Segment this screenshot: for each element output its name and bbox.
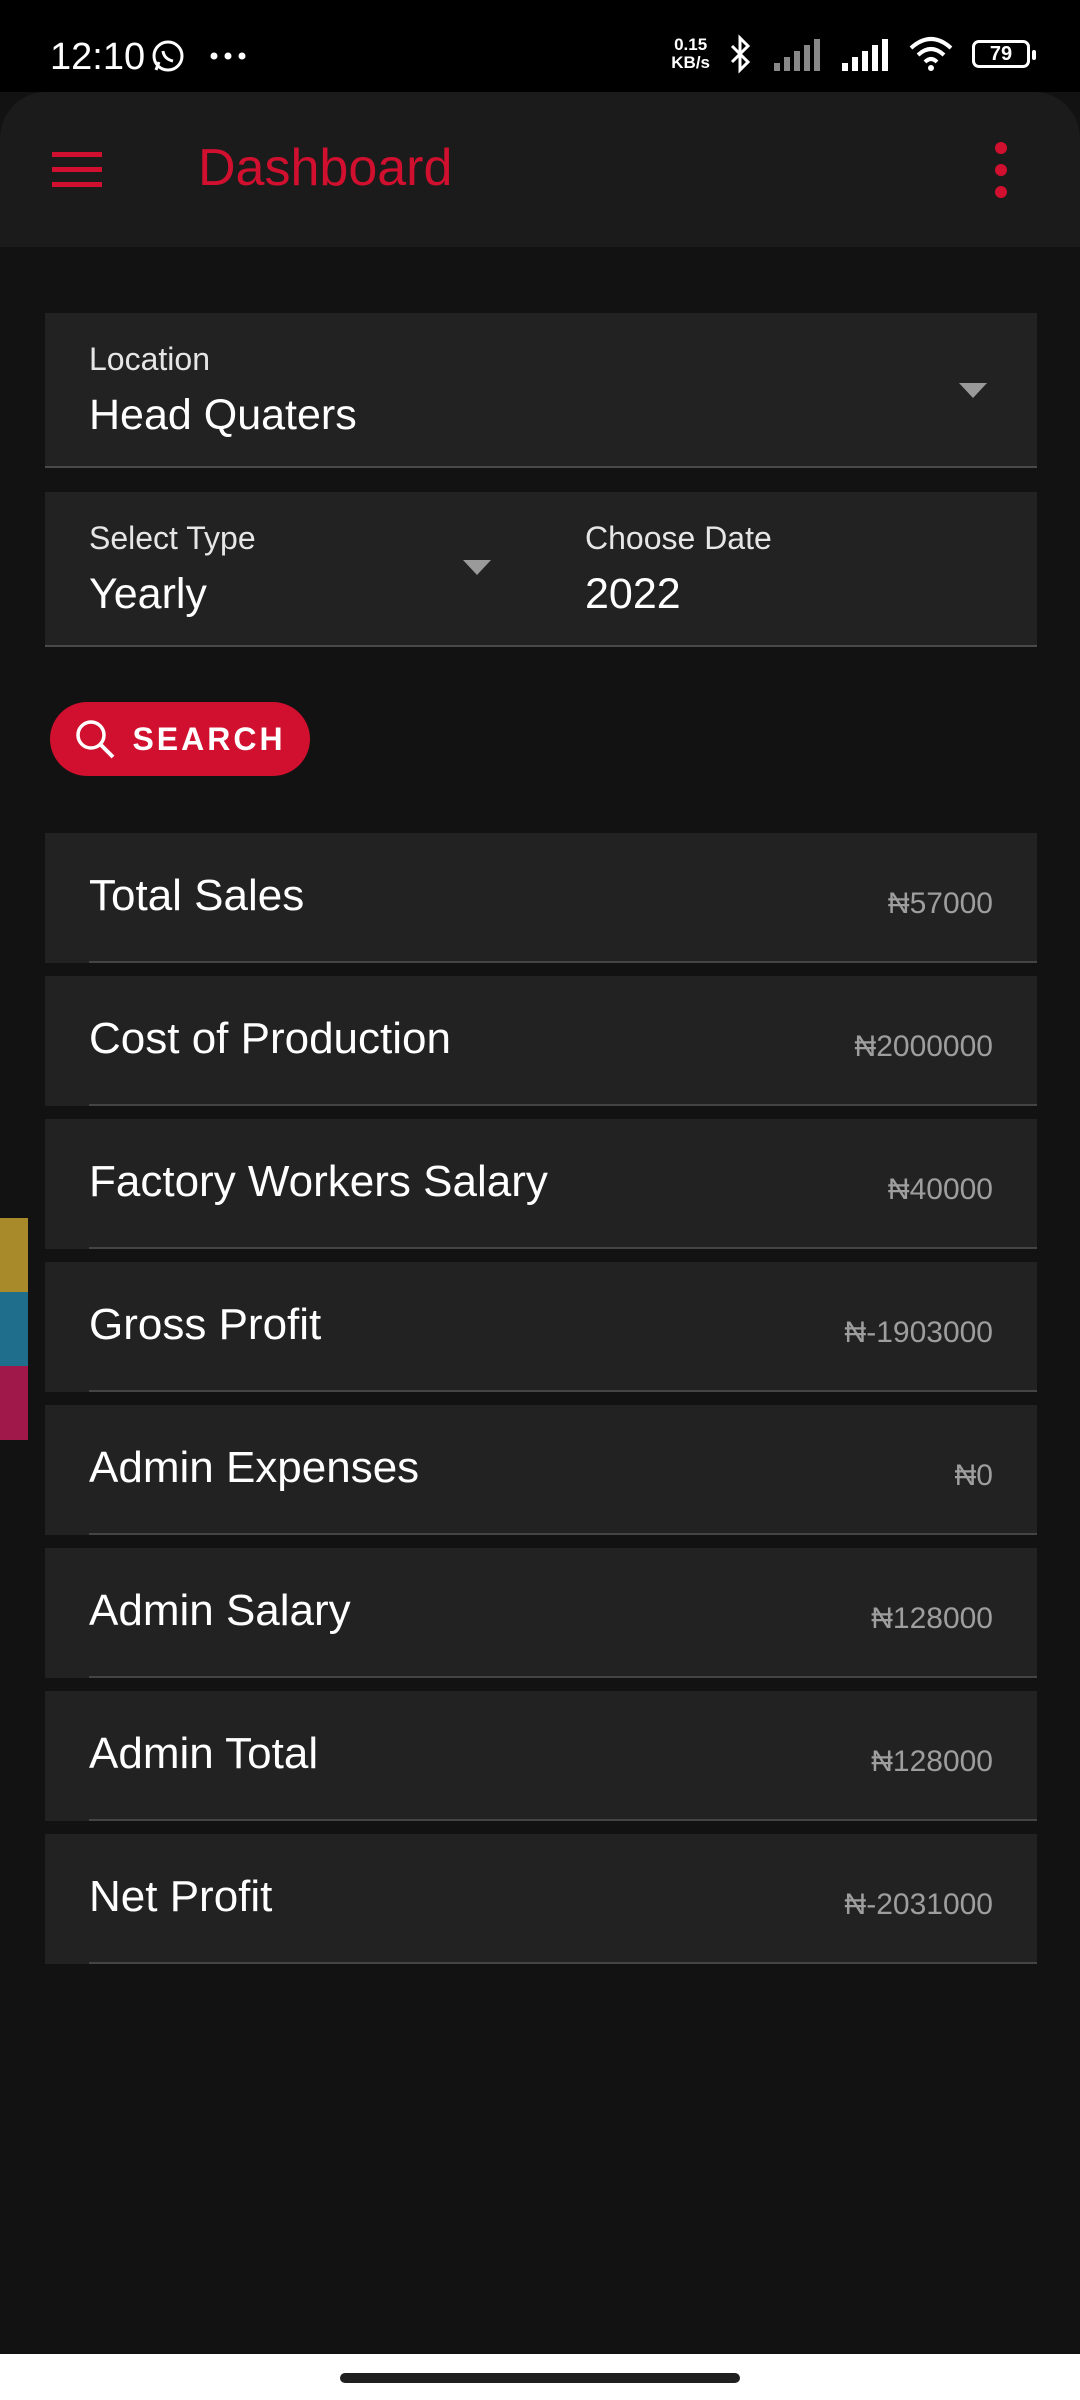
type-value: Yearly (89, 570, 207, 618)
search-button[interactable]: SEARCH (50, 702, 310, 776)
status-notification-icons (150, 38, 248, 74)
row-divider (89, 1676, 1037, 1678)
side-tab-segment (0, 1218, 28, 1292)
page-title: Dashboard (198, 139, 453, 197)
row-divider (89, 1962, 1037, 1964)
row-divider (89, 1819, 1037, 1821)
row-label: Net Profit (89, 1872, 273, 1921)
location-value: Head Quaters (89, 391, 357, 439)
date-label: Choose Date (585, 520, 772, 556)
summary-row: Cost of Production ₦2000000 (45, 976, 1037, 1106)
row-value: ₦2000000 (854, 1030, 993, 1063)
gesture-handle[interactable] (340, 2373, 740, 2383)
summary-row: Admin Salary ₦128000 (45, 1548, 1037, 1678)
row-label: Cost of Production (89, 1014, 451, 1063)
row-label: Total Sales (89, 871, 305, 920)
battery-icon: 79 (972, 40, 1036, 68)
row-divider (89, 1104, 1037, 1106)
side-tab-segment (0, 1366, 28, 1440)
summary-row: Gross Profit ₦-1903000 (45, 1262, 1037, 1392)
network-speed-unit: KB/s (671, 53, 710, 72)
side-tab-segment (0, 1292, 28, 1366)
signal-icon-2 (842, 39, 888, 71)
row-value: ₦-1903000 (844, 1316, 993, 1349)
type-dropdown[interactable]: Select Type Yearly (45, 492, 541, 647)
row-value: ₦128000 (871, 1745, 993, 1778)
summary-row: Total Sales ₦57000 (45, 833, 1037, 963)
status-system-icons: 0.15 KB/s 79 (671, 34, 1036, 74)
hamburger-menu-icon[interactable] (52, 150, 102, 190)
location-label: Location (89, 341, 210, 377)
search-icon (76, 720, 115, 759)
whatsapp-icon (152, 40, 184, 72)
summary-row: Net Profit ₦-2031000 (45, 1834, 1037, 1964)
row-divider (89, 1390, 1037, 1392)
signal-icon (774, 39, 820, 71)
row-label: Factory Workers Salary (89, 1157, 548, 1206)
summary-row: Admin Total ₦128000 (45, 1691, 1037, 1821)
row-value: ₦128000 (871, 1602, 993, 1635)
app-bar (0, 92, 1080, 247)
row-value: ₦0 (954, 1459, 993, 1492)
summary-row: Factory Workers Salary ₦40000 (45, 1119, 1037, 1249)
row-label: Admin Salary (89, 1586, 351, 1635)
row-label: Admin Total (89, 1729, 319, 1778)
more-vertical-icon[interactable] (990, 140, 1012, 200)
row-value: ₦-2031000 (844, 1888, 993, 1921)
location-dropdown[interactable]: Location Head Quaters (45, 313, 1037, 468)
wifi-icon (909, 37, 953, 71)
chevron-down-icon (463, 560, 491, 575)
status-bar: 12:10 0.15 KB/s 79 (0, 0, 1080, 92)
date-field[interactable]: Choose Date 2022 (541, 492, 1037, 647)
more-dots-icon (210, 52, 246, 60)
row-divider (89, 1533, 1037, 1535)
bluetooth-icon (730, 34, 751, 74)
network-speed-value: 0.15 (674, 35, 708, 54)
date-value: 2022 (585, 570, 681, 618)
row-divider (89, 1247, 1037, 1249)
status-time: 12:10 (50, 36, 146, 78)
row-label: Gross Profit (89, 1300, 322, 1349)
row-value: ₦40000 (887, 1173, 993, 1206)
type-label: Select Type (89, 520, 256, 556)
row-label: Admin Expenses (89, 1443, 420, 1492)
chevron-down-icon (959, 383, 987, 398)
search-button-label: SEARCH (132, 720, 286, 757)
network-speed: 0.15 KB/s (671, 36, 710, 72)
summary-row: Admin Expenses ₦0 (45, 1405, 1037, 1535)
side-floating-tab[interactable] (0, 1218, 28, 1440)
row-value: ₦57000 (887, 887, 993, 920)
battery-level: 79 (989, 42, 1013, 65)
row-divider (89, 961, 1037, 963)
